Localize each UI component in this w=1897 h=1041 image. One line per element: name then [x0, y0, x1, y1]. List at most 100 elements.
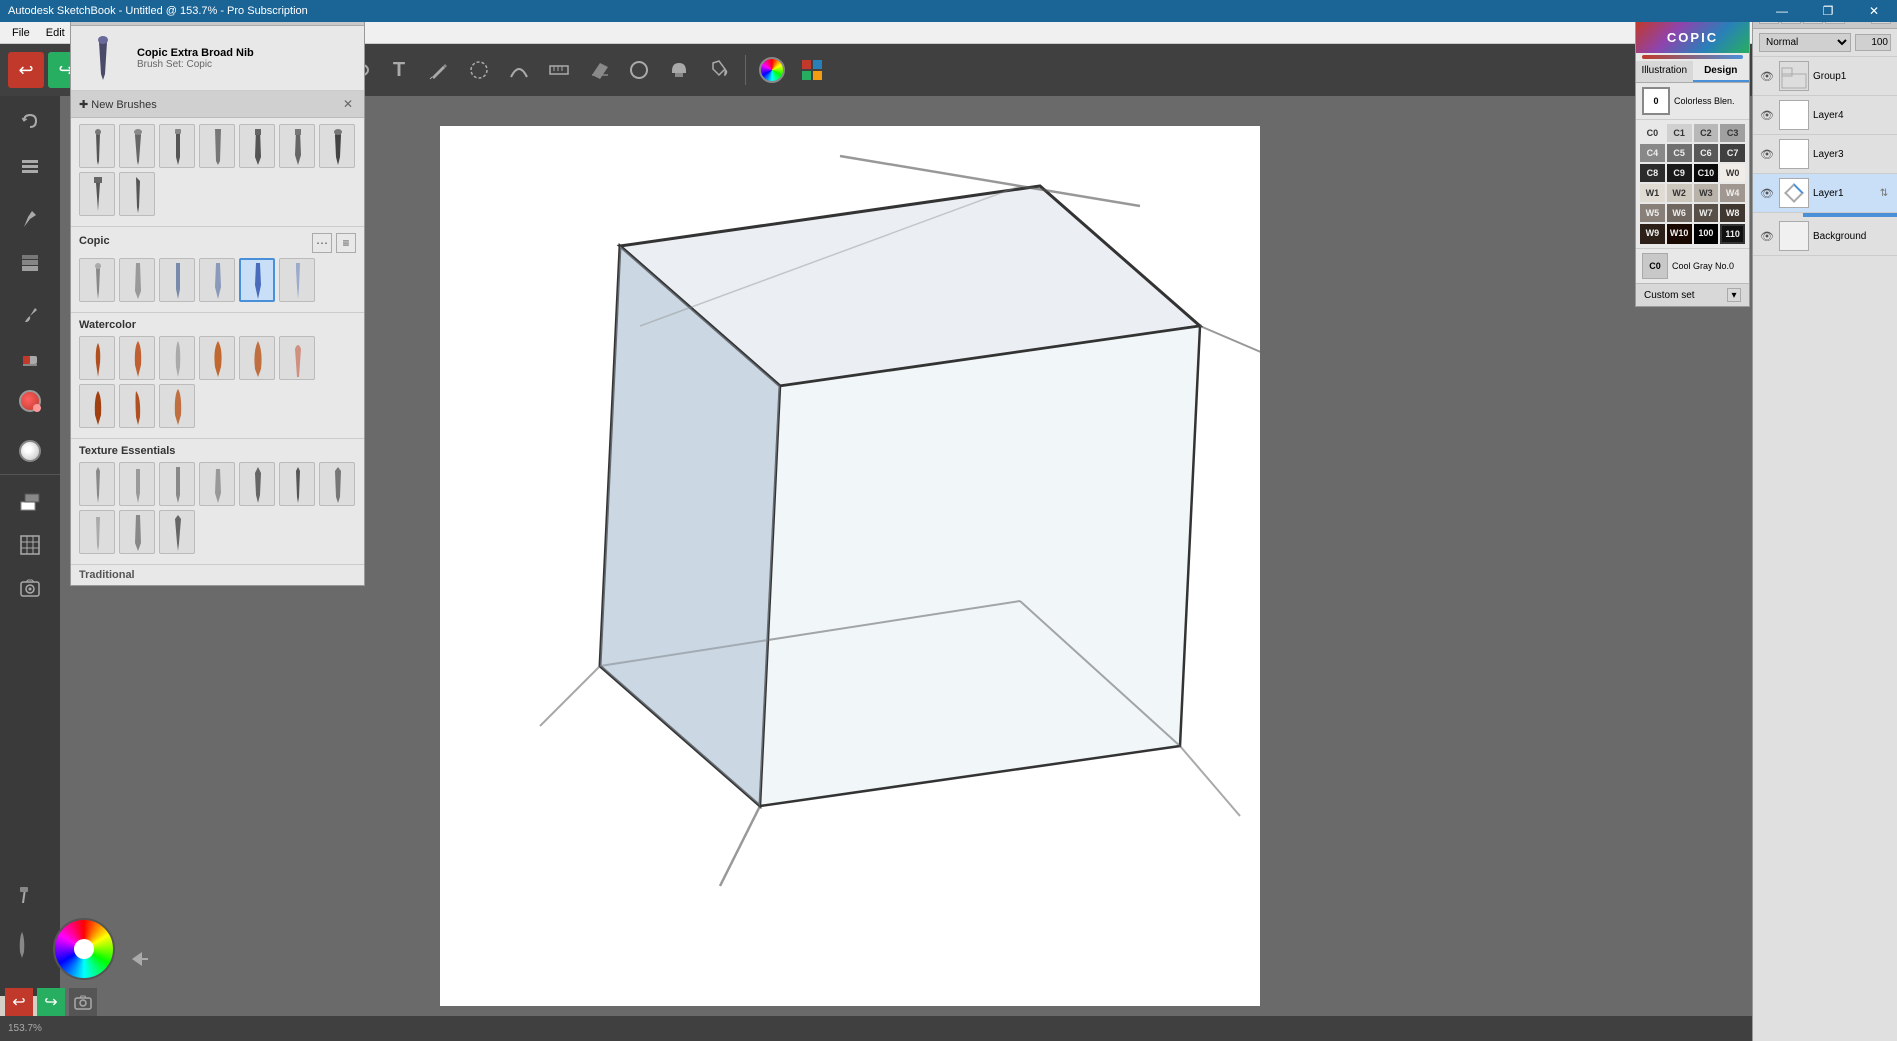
- new-brushes-label[interactable]: ✚ New Brushes: [79, 98, 157, 111]
- undo-btn-bottom[interactable]: ↩: [5, 988, 33, 1016]
- copic-cell-W4[interactable]: W4: [1720, 184, 1745, 202]
- color-wheel[interactable]: [53, 918, 115, 980]
- menu-file[interactable]: File: [4, 25, 38, 41]
- redo-btn-bottom[interactable]: ↪: [37, 988, 65, 1016]
- layer-item-group1[interactable]: 👁 Group1: [1753, 57, 1897, 96]
- left-smudge-tool[interactable]: [9, 380, 51, 422]
- copic-cell-C4[interactable]: C4: [1640, 144, 1665, 162]
- te-brush-3[interactable]: [159, 462, 195, 506]
- copic-cell-W7[interactable]: W7: [1694, 204, 1719, 222]
- te-brush-8[interactable]: [79, 510, 115, 554]
- wc-brush-5[interactable]: [239, 336, 275, 380]
- layer-item-layer3[interactable]: 👁 Layer3: [1753, 135, 1897, 174]
- layer-visibility-group1[interactable]: 👁: [1759, 68, 1775, 84]
- paint-brush-tool-left[interactable]: [5, 927, 39, 961]
- copic-cell-W6[interactable]: W6: [1667, 204, 1692, 222]
- undo-button[interactable]: ↩: [8, 52, 44, 88]
- copic-cell-C5[interactable]: C5: [1667, 144, 1692, 162]
- custom-set-arrow[interactable]: ▾: [1727, 288, 1741, 302]
- wc-brush-4[interactable]: [199, 336, 235, 380]
- copic-cell-C2[interactable]: C2: [1694, 124, 1719, 142]
- copic-cell-C3[interactable]: C3: [1720, 124, 1745, 142]
- copic-tab-design[interactable]: Design: [1693, 61, 1750, 82]
- menu-edit[interactable]: Edit: [38, 25, 73, 41]
- layer-item-layer1[interactable]: 👁 Layer1 ⇅: [1753, 174, 1897, 213]
- left-pen-tool[interactable]: [9, 198, 51, 240]
- colorless-badge[interactable]: 0: [1642, 87, 1670, 115]
- pencil-tool[interactable]: [421, 52, 457, 88]
- te-brush-6[interactable]: [279, 462, 315, 506]
- layer-visibility-layer1[interactable]: 👁: [1759, 185, 1775, 201]
- ruler-tool[interactable]: [541, 52, 577, 88]
- eraser-tool[interactable]: [581, 52, 617, 88]
- wc-brush-2[interactable]: [119, 336, 155, 380]
- layer-edit-btn[interactable]: ⇅: [1877, 186, 1891, 200]
- brush-item-8[interactable]: [79, 172, 115, 216]
- copic-brush-3[interactable]: [159, 258, 195, 302]
- left-screenshot-tool[interactable]: [9, 568, 51, 610]
- fill-tool[interactable]: [701, 52, 737, 88]
- copic-cell-100[interactable]: 100: [1694, 224, 1719, 244]
- wc-brush-9[interactable]: [159, 384, 195, 428]
- selected-color-box[interactable]: C0: [1642, 253, 1668, 279]
- copic-cell-C0[interactable]: C0: [1640, 124, 1665, 142]
- brush-item-2[interactable]: [119, 124, 155, 168]
- copic-cell-W0[interactable]: W0: [1720, 164, 1745, 182]
- blend-mode-select[interactable]: Normal Multiply Screen Overlay: [1759, 33, 1851, 52]
- copic-settings[interactable]: ⋯: [312, 233, 332, 253]
- wc-brush-8[interactable]: [119, 384, 155, 428]
- left-eraser-tool[interactable]: [9, 336, 51, 378]
- te-brush-9[interactable]: [119, 510, 155, 554]
- te-brush-5[interactable]: [239, 462, 275, 506]
- copic-cell-W8[interactable]: W8: [1720, 204, 1745, 222]
- brush-item-9[interactable]: [119, 172, 155, 216]
- color-harmony-tool[interactable]: [754, 52, 790, 88]
- copic-cell-C1[interactable]: C1: [1667, 124, 1692, 142]
- copic-cell-C7[interactable]: C7: [1720, 144, 1745, 162]
- te-brush-2[interactable]: [119, 462, 155, 506]
- copic-brush-2[interactable]: [119, 258, 155, 302]
- te-brush-10[interactable]: [159, 510, 195, 554]
- copic-scroll-bar[interactable]: [1642, 55, 1743, 59]
- copic-brush-4[interactable]: [199, 258, 235, 302]
- copic-cell-W3[interactable]: W3: [1694, 184, 1719, 202]
- brush-item-6[interactable]: [279, 124, 315, 168]
- new-brushes-close[interactable]: ✕: [340, 96, 356, 112]
- restore-button[interactable]: ❐: [1805, 0, 1851, 22]
- drawing-canvas[interactable]: [440, 126, 1260, 1006]
- color-set-tool[interactable]: [794, 52, 830, 88]
- copic-cell-C8[interactable]: C8: [1640, 164, 1665, 182]
- copic-cell-C9[interactable]: C9: [1667, 164, 1692, 182]
- copic-brush-6[interactable]: [279, 258, 315, 302]
- copic-brush-5[interactable]: [239, 258, 275, 302]
- arrow-right-tool[interactable]: [124, 944, 154, 974]
- camera-btn[interactable]: [69, 988, 97, 1016]
- wc-brush-7[interactable]: [79, 384, 115, 428]
- layer-visibility-layer3[interactable]: 👁: [1759, 146, 1775, 162]
- te-brush-7[interactable]: [319, 462, 355, 506]
- wc-brush-6[interactable]: [279, 336, 315, 380]
- tool-undo-left[interactable]: [9, 100, 51, 142]
- left-brush-tool[interactable]: [9, 292, 51, 334]
- te-brush-1[interactable]: [79, 462, 115, 506]
- copic-cell-C6[interactable]: C6: [1694, 144, 1719, 162]
- left-grid-tool[interactable]: [9, 524, 51, 566]
- tool-layer-settings[interactable]: [9, 144, 51, 186]
- new-brushes-bar[interactable]: ✚ New Brushes ✕: [71, 91, 364, 118]
- left-color2[interactable]: [9, 480, 51, 522]
- copic-cell-W1[interactable]: W1: [1640, 184, 1665, 202]
- circle-tool[interactable]: [621, 52, 657, 88]
- copic-cell-110[interactable]: 110: [1720, 224, 1745, 244]
- wc-brush-1[interactable]: [79, 336, 115, 380]
- copic-cell-W9[interactable]: W9: [1640, 224, 1665, 244]
- layer-visibility-background[interactable]: 👁: [1759, 228, 1775, 244]
- brush-item-5[interactable]: [239, 124, 275, 168]
- stamp-tool[interactable]: [661, 52, 697, 88]
- copic-cell-W5[interactable]: W5: [1640, 204, 1665, 222]
- copic-cell-W10[interactable]: W10: [1667, 224, 1692, 244]
- brush-item-3[interactable]: [159, 124, 195, 168]
- layer-item-background[interactable]: 👁 Background: [1753, 217, 1897, 256]
- copic-cell-C10[interactable]: C10: [1694, 164, 1719, 182]
- opacity-field[interactable]: [1855, 34, 1891, 51]
- brush-item-1[interactable]: [79, 124, 115, 168]
